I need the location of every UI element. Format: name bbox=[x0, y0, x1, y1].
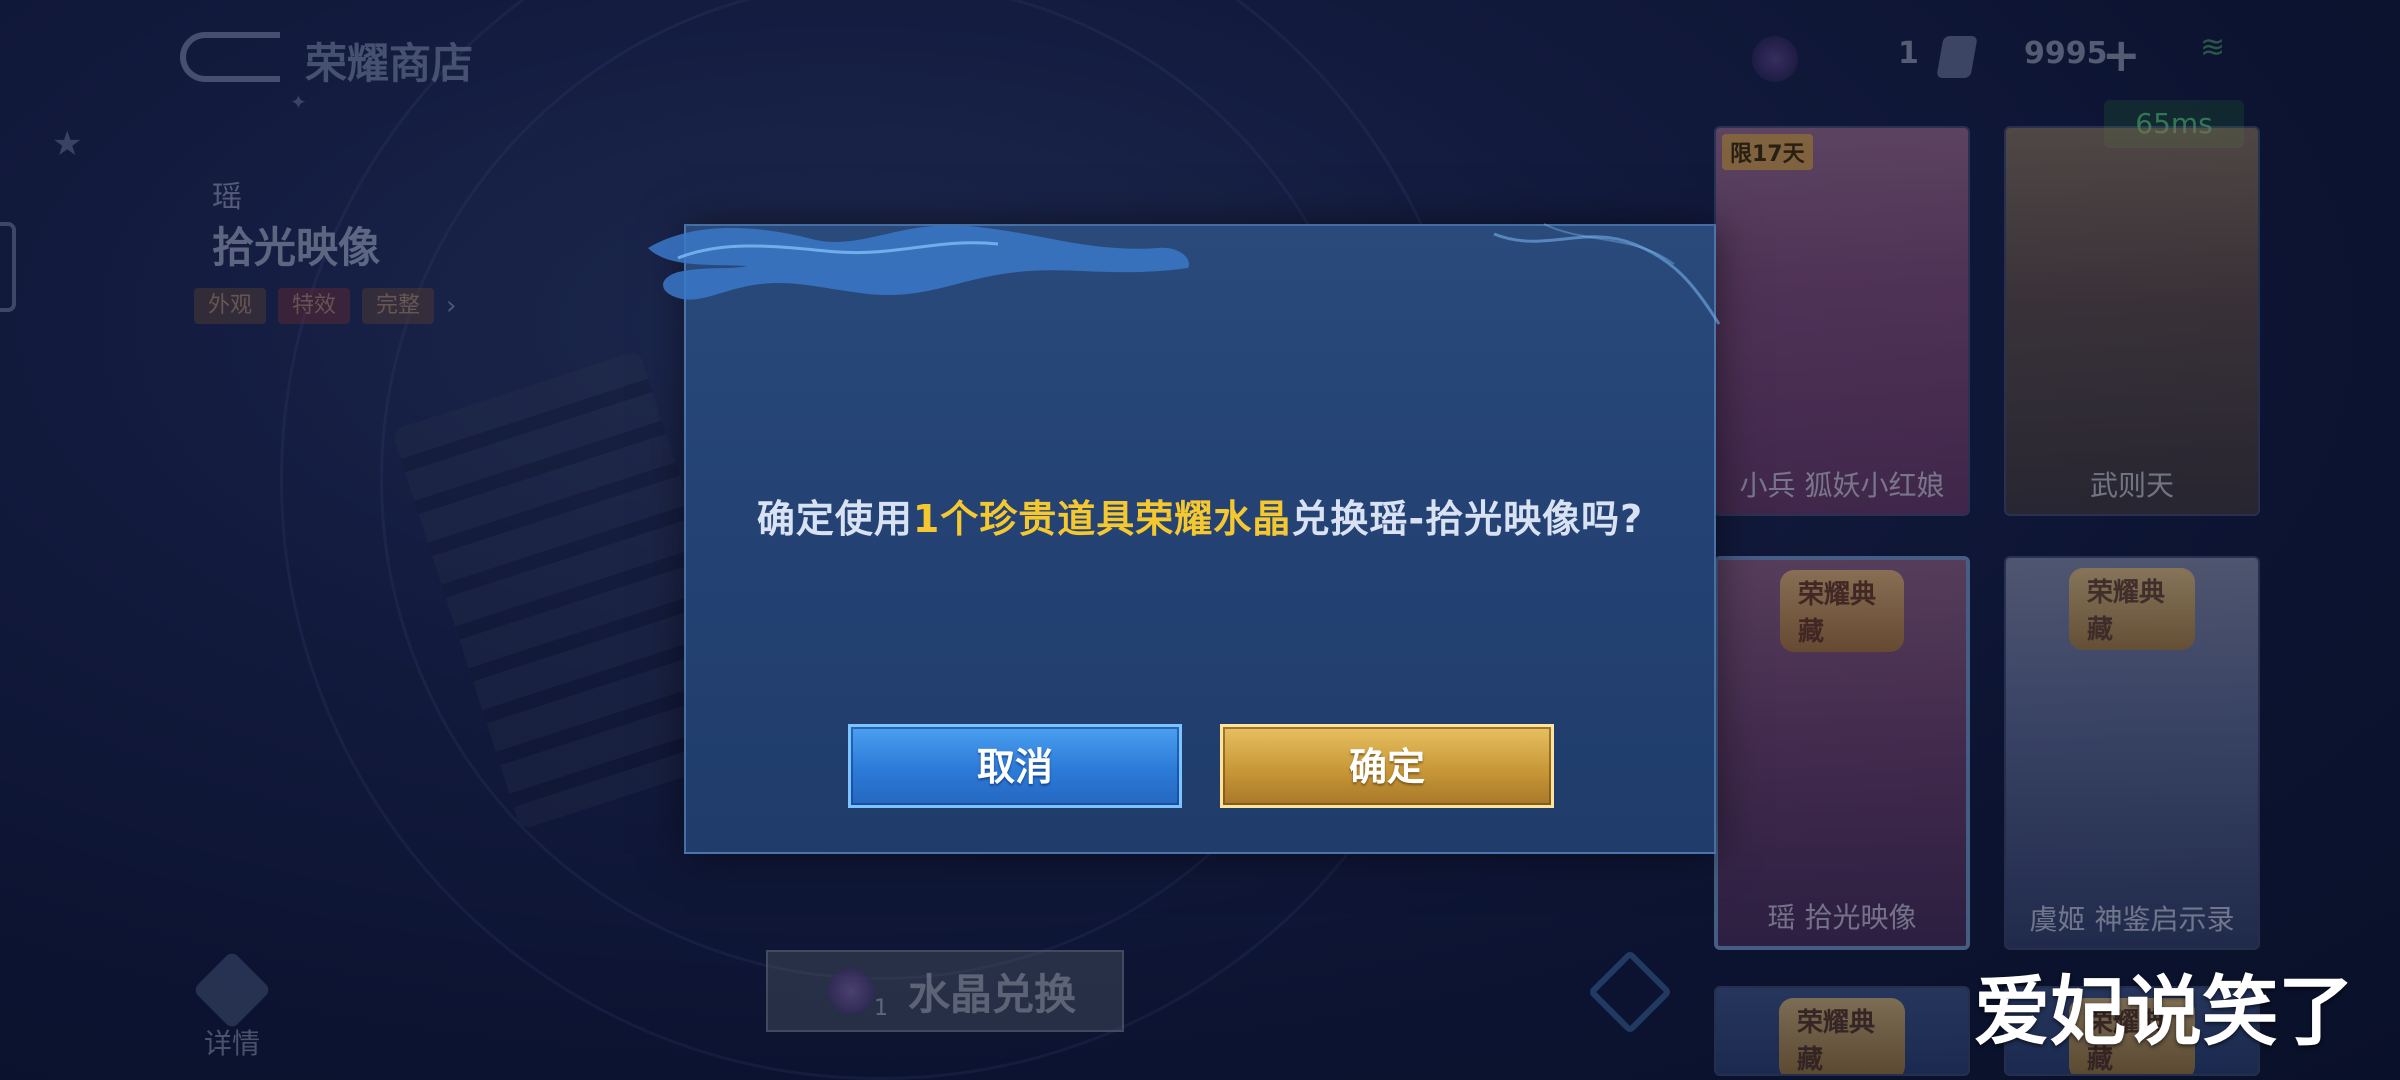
message-prefix: 确定使用 bbox=[756, 497, 913, 541]
cloud-decoration bbox=[1493, 223, 1721, 325]
confirm-dialog: 确定使用1个珍贵道具荣耀水晶兑换瑶-拾光映像吗? 取消 确定 bbox=[648, 223, 1721, 854]
watermark-text: 爱妃说笑了 bbox=[1974, 967, 2354, 1056]
message-suffix: 兑换瑶-拾光映像吗? bbox=[1291, 497, 1644, 541]
message-highlight: 1个珍贵道具荣耀水晶 bbox=[912, 497, 1292, 541]
confirm-message: 确定使用1个珍贵道具荣耀水晶兑换瑶-拾光映像吗? bbox=[686, 488, 1714, 543]
confirm-button[interactable]: 确定 bbox=[1220, 724, 1554, 808]
cloud-decoration bbox=[648, 225, 1189, 300]
cancel-button[interactable]: 取消 bbox=[848, 724, 1182, 808]
